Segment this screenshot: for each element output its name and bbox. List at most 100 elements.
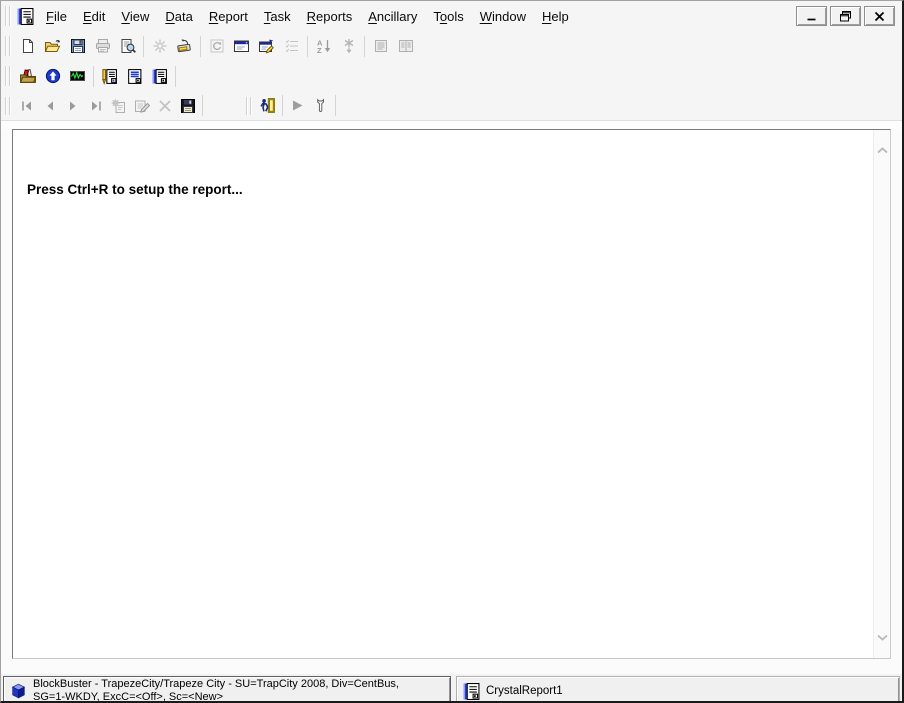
session-line2: SG=1-WKDY, ExcC=<Off>, Sc=<New> — [33, 691, 399, 703]
toolbar-separator — [202, 95, 203, 116]
exit-door-icon — [259, 97, 276, 114]
open-file-button[interactable] — [40, 34, 65, 59]
export-design-button[interactable] — [172, 34, 197, 59]
form-properties-button[interactable] — [254, 34, 279, 59]
folder-books-button[interactable] — [15, 64, 40, 89]
vertical-scrollbar[interactable] — [873, 130, 890, 658]
report-lines-button[interactable] — [122, 64, 147, 89]
menu-edit[interactable]: Edit — [75, 5, 113, 28]
minimize-button[interactable] — [796, 6, 827, 26]
save-button[interactable] — [65, 34, 90, 59]
restore-icon — [839, 10, 852, 22]
report-view-icon — [373, 38, 389, 54]
toolbar-run-grip[interactable] — [246, 91, 252, 120]
window-controls — [796, 6, 895, 26]
menu-bar: File Edit View Data Report Task Reports … — [1, 1, 902, 31]
new-record-button — [107, 93, 130, 118]
toolbar-separator — [143, 36, 144, 57]
open-folder-icon — [44, 38, 61, 54]
report-bound-icon — [151, 68, 168, 85]
crystal-report-icon — [463, 683, 480, 700]
form-properties-icon — [258, 38, 275, 54]
setup-button[interactable] — [309, 93, 332, 118]
report-view-button — [368, 34, 393, 59]
menu-reports[interactable]: Reports — [299, 5, 361, 28]
scroll-down-button[interactable] — [874, 629, 891, 646]
run-play-icon — [290, 98, 305, 113]
report-pencil-icon — [101, 68, 118, 85]
toolbar-separator — [200, 36, 201, 57]
menu-data[interactable]: Data — [157, 5, 200, 28]
toolbar-separator — [335, 95, 336, 116]
sort-az-icon: A Z — [316, 38, 332, 54]
toolbar-standard-grip[interactable] — [5, 31, 11, 61]
toolbar-record-navigation — [1, 91, 902, 121]
last-record-icon — [89, 99, 103, 113]
toolbar-separator — [175, 66, 176, 87]
scroll-down-icon — [877, 634, 888, 641]
report-message: Press Ctrl+R to setup the report... — [27, 182, 243, 197]
report-pencil-button[interactable] — [97, 64, 122, 89]
first-record-button — [15, 93, 38, 118]
exit-button[interactable] — [256, 93, 279, 118]
export-design-icon — [176, 38, 193, 54]
menu-help[interactable]: Help — [534, 5, 577, 28]
run-button — [286, 93, 309, 118]
print-preview-button[interactable] — [115, 34, 140, 59]
application-window: File Edit View Data Report Task Reports … — [0, 0, 904, 703]
upload-circle-icon — [45, 68, 61, 84]
new-document-icon — [20, 38, 36, 54]
toolbar-record-grip[interactable] — [5, 91, 11, 120]
new-record-icon — [111, 98, 127, 114]
restore-button[interactable] — [830, 6, 861, 26]
scroll-up-button[interactable] — [874, 142, 891, 159]
task-bar: BlockBuster - TrapezeCity/Trapeze City -… — [1, 674, 902, 703]
menu-view[interactable]: View — [113, 5, 157, 28]
save-record-icon — [180, 98, 196, 114]
signal-monitor-icon — [69, 68, 86, 84]
menu-tools[interactable]: Tools — [425, 5, 471, 28]
menu-report[interactable]: Report — [201, 5, 256, 28]
toolbar-separator — [364, 36, 365, 57]
crystal-report-icon[interactable] — [17, 8, 34, 25]
starburst-icon — [152, 38, 168, 54]
next-record-button — [61, 93, 84, 118]
setup-wrench-icon — [313, 98, 328, 114]
menu-task[interactable]: Task — [256, 5, 299, 28]
new-document-button[interactable] — [15, 34, 40, 59]
menu-file[interactable]: File — [38, 5, 75, 28]
close-button[interactable] — [864, 6, 895, 26]
folder-books-icon — [19, 68, 37, 85]
previous-record-button — [38, 93, 61, 118]
save-floppy-icon — [70, 38, 86, 54]
first-record-icon — [20, 99, 34, 113]
save-record-button[interactable] — [176, 93, 199, 118]
report-columns-button — [393, 34, 418, 59]
menubar-grip[interactable] — [5, 1, 11, 31]
form-window-button[interactable] — [229, 34, 254, 59]
signal-monitor-button[interactable] — [65, 64, 90, 89]
print-icon — [95, 38, 111, 54]
menu-items: File Edit View Data Report Task Reports … — [38, 5, 577, 28]
form-window-icon — [233, 38, 250, 54]
toolbar-application-grip[interactable] — [5, 61, 11, 91]
upload-circle-button[interactable] — [40, 64, 65, 89]
edit-record-icon — [134, 98, 150, 114]
session-line1: BlockBuster - TrapezeCity/Trapeze City -… — [33, 678, 399, 692]
starburst-button — [147, 34, 172, 59]
report-viewport: Press Ctrl+R to setup the report... — [12, 129, 891, 659]
menu-window[interactable]: Window — [472, 5, 534, 28]
report-task-button[interactable]: CrystalReport1 — [456, 676, 900, 703]
session-task-button[interactable]: BlockBuster - TrapezeCity/Trapeze City -… — [3, 676, 451, 703]
refresh-button — [204, 34, 229, 59]
last-record-button — [84, 93, 107, 118]
previous-record-icon — [43, 99, 57, 113]
report-task-label: CrystalReport1 — [486, 685, 563, 697]
report-bound-button[interactable] — [147, 64, 172, 89]
toolbar-separator — [93, 66, 94, 87]
print-button — [90, 34, 115, 59]
sort-az-button: A Z — [311, 34, 336, 59]
delete-record-button — [153, 93, 176, 118]
menu-ancillary[interactable]: Ancillary — [360, 5, 425, 28]
toolbar-separator — [307, 36, 308, 57]
